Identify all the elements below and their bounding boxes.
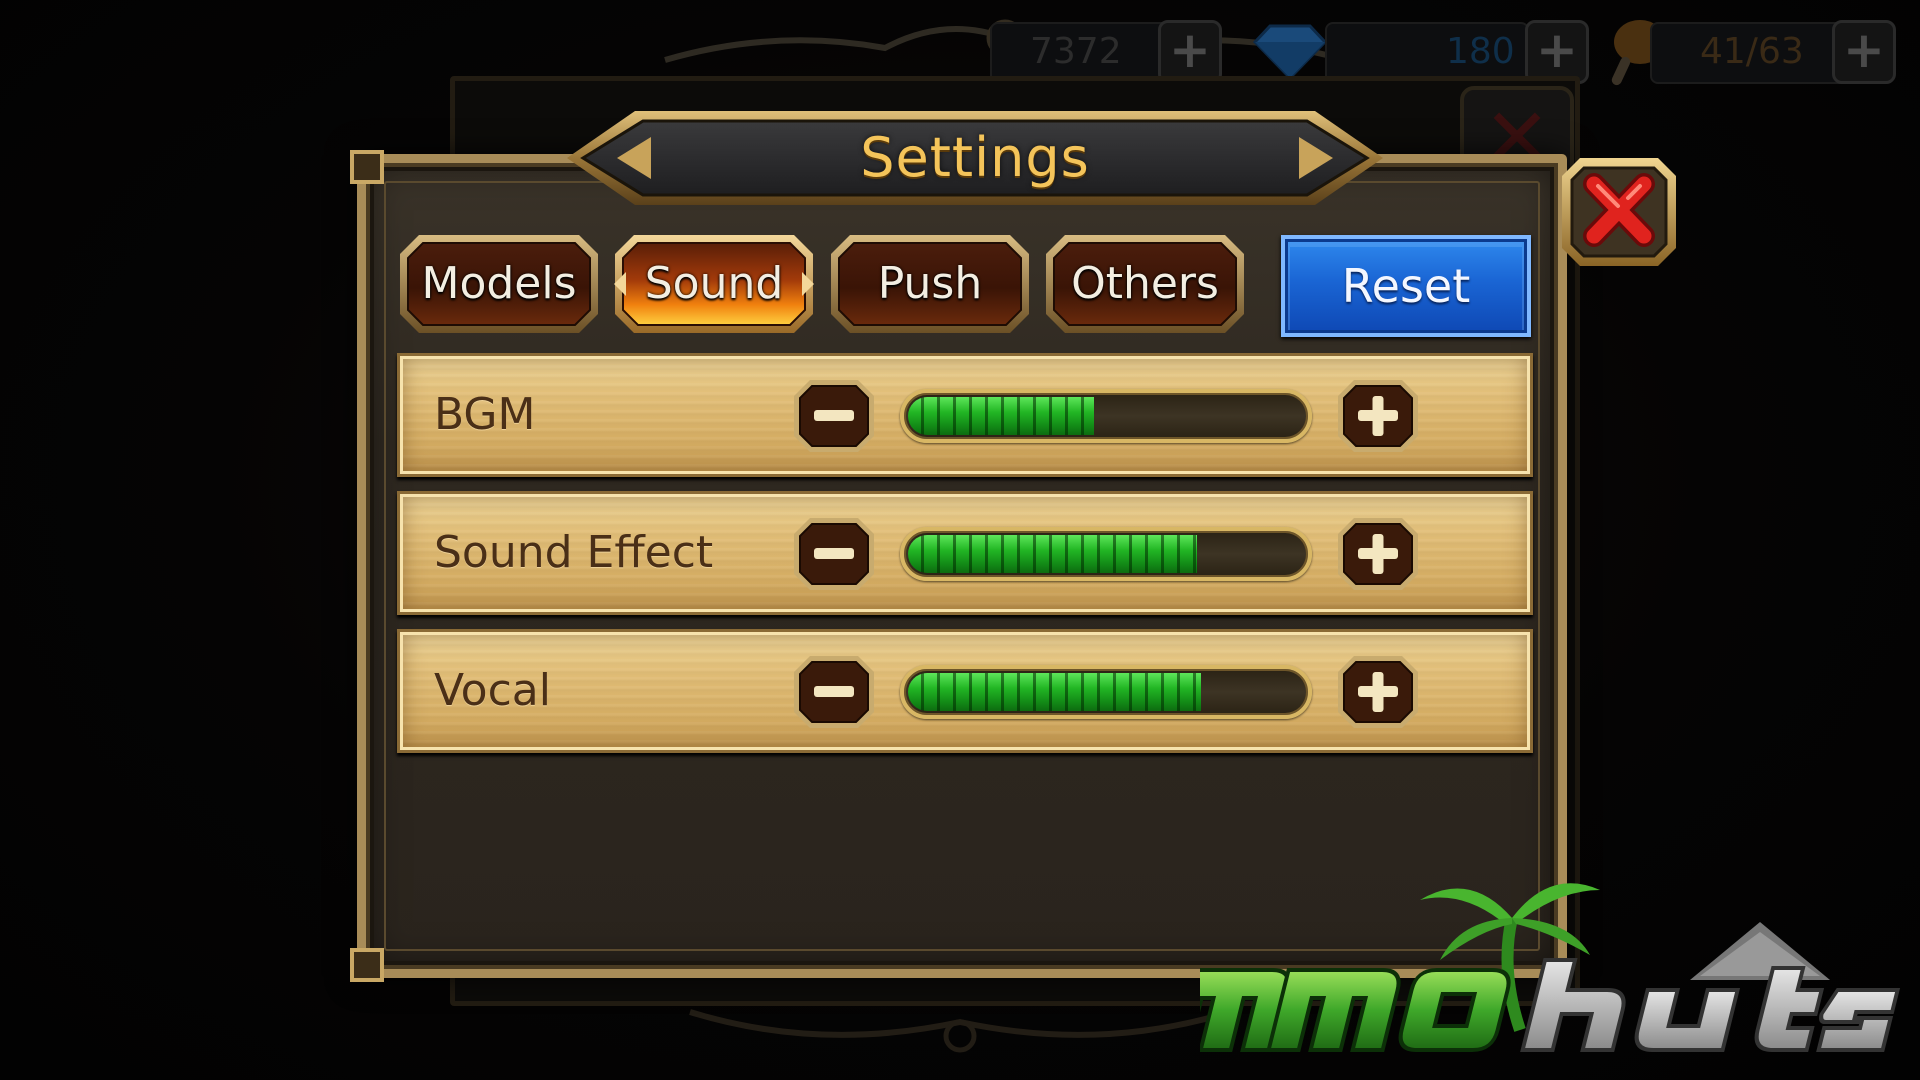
add-gem-button[interactable]: + xyxy=(1525,20,1589,84)
mmohuts-watermark-logo xyxy=(1200,883,1901,1052)
setting-row-bgm: BGM xyxy=(397,353,1533,477)
tab-sound[interactable]: Sound xyxy=(612,232,816,336)
setting-row-vocal: Vocal xyxy=(397,629,1533,753)
tab-push[interactable]: Push xyxy=(828,232,1032,336)
gem-value: 180 xyxy=(1446,31,1515,72)
tab-push-label: Push xyxy=(877,258,983,309)
volume-fill-bgm xyxy=(908,397,1094,435)
volume-bar-bgm[interactable] xyxy=(900,389,1312,443)
add-stamina-button[interactable]: + xyxy=(1832,20,1896,84)
reset-button[interactable]: Reset xyxy=(1281,235,1531,337)
close-x-icon xyxy=(1562,158,1676,266)
stamina-value: 41/63 xyxy=(1700,31,1804,72)
minus-icon[interactable] xyxy=(792,378,876,454)
gold-value: 7372 xyxy=(1030,31,1122,72)
tab-others-label: Others xyxy=(1071,258,1219,309)
game-screen: 7372 + 180 + 41/63 + ✕ Settings Models S… xyxy=(0,0,1920,1080)
gem-icon xyxy=(1252,24,1328,81)
tab-models[interactable]: Models xyxy=(397,232,601,336)
settings-title: Settings xyxy=(860,126,1090,189)
setting-row-sound-effect: Sound Effect xyxy=(397,491,1533,615)
volume-bar-vocal[interactable] xyxy=(900,665,1312,719)
volume-bar-sound-effect[interactable] xyxy=(900,527,1312,581)
close-button[interactable] xyxy=(1558,154,1680,270)
minus-icon[interactable] xyxy=(792,654,876,730)
add-gold-button[interactable]: + xyxy=(1158,20,1222,84)
volume-fill-sound-effect xyxy=(908,535,1197,573)
volume-fill-vocal xyxy=(908,673,1201,711)
plus-icon[interactable] xyxy=(1336,378,1420,454)
panel-corner-tl xyxy=(350,150,384,184)
bottom-ornament xyxy=(689,1009,1231,1053)
tab-others[interactable]: Others xyxy=(1043,232,1247,336)
plus-icon[interactable] xyxy=(1336,654,1420,730)
plus-icon[interactable] xyxy=(1336,516,1420,592)
minus-icon[interactable] xyxy=(792,516,876,592)
tab-sound-label: Sound xyxy=(644,258,784,309)
tab-models-label: Models xyxy=(421,258,577,309)
row-label-bgm: BGM xyxy=(434,389,536,440)
panel-corner-bl xyxy=(350,948,384,982)
row-label-sound-effect: Sound Effect xyxy=(434,527,714,578)
row-label-vocal: Vocal xyxy=(434,665,551,716)
